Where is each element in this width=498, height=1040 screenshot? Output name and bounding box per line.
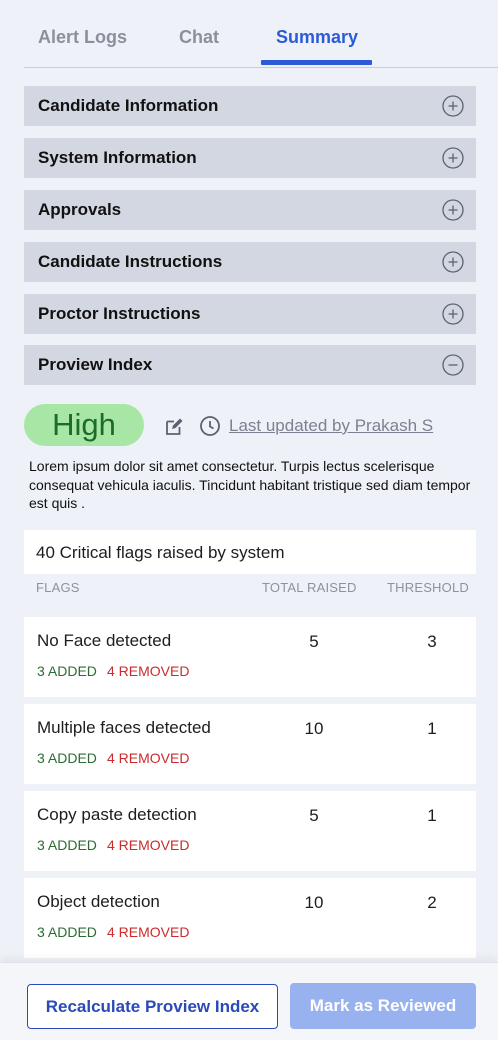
plus-circle-icon [442, 251, 464, 273]
flag-total-raised: 10 [304, 893, 324, 912]
tab-summary[interactable]: Summary [276, 27, 358, 48]
section-label: Proview Index [38, 355, 153, 374]
minus-circle-icon [442, 354, 464, 376]
recalculate-proview-index-button[interactable]: Recalculate Proview Index [27, 984, 278, 1029]
active-tab-indicator [261, 60, 372, 65]
proview-description: Lorem ipsum dolor sit amet consectetur. … [29, 458, 471, 511]
flag-removed-count: 4 REMOVED [107, 924, 190, 940]
flag-threshold: 3 [427, 632, 437, 651]
flag-row: Object detection 3 ADDED 4 REMOVED 10 2 [24, 878, 476, 958]
flag-row: Copy paste detection 3 ADDED 4 REMOVED 5… [24, 791, 476, 871]
flag-row: Multiple faces detected 3 ADDED 4 REMOVE… [24, 704, 476, 784]
section-proctor-instructions[interactable]: Proctor Instructions [24, 294, 476, 334]
section-label: Candidate Instructions [38, 252, 223, 271]
plus-circle-icon [442, 147, 464, 169]
plus-circle-icon [442, 95, 464, 117]
flag-removed-count: 4 REMOVED [107, 837, 190, 853]
flag-total-raised: 5 [309, 806, 319, 825]
section-candidate-information[interactable]: Candidate Information [24, 86, 476, 126]
clock-icon [200, 416, 220, 436]
flags-summary: 40 Critical flags raised by system [36, 543, 285, 562]
section-system-information[interactable]: System Information [24, 138, 476, 178]
flag-total-raised: 10 [304, 719, 324, 738]
last-updated-link[interactable]: Last updated by Prakash S [229, 416, 433, 436]
section-proview-index[interactable]: Proview Index [24, 345, 476, 385]
section-approvals[interactable]: Approvals [24, 190, 476, 230]
tab-alert-logs[interactable]: Alert Logs [38, 27, 127, 48]
flag-removed-count: 4 REMOVED [107, 663, 190, 679]
column-header-flags: FLAGS [36, 580, 80, 595]
section-label: Approvals [38, 200, 122, 219]
section-label: Candidate Information [38, 96, 219, 115]
flag-removed-count: 4 REMOVED [107, 750, 190, 766]
flag-threshold: 1 [427, 806, 437, 825]
column-header-threshold: THRESHOLD [387, 580, 469, 595]
flag-total-raised: 5 [309, 632, 319, 651]
flag-name: Object detection [37, 892, 160, 911]
flag-name: No Face detected [37, 631, 172, 650]
proview-level-badge: High [24, 404, 144, 446]
flag-added-count: 3 ADDED [37, 924, 97, 940]
flag-name: Copy paste detection [37, 805, 197, 824]
action-footer: Recalculate Proview Index Mark as Review… [0, 962, 498, 1040]
flag-threshold: 1 [427, 719, 437, 738]
plus-circle-icon [442, 199, 464, 221]
section-label: System Information [38, 148, 197, 167]
tab-chat[interactable]: Chat [179, 27, 219, 48]
column-header-total-raised: TOTAL RAISED [262, 580, 357, 595]
flag-added-count: 3 ADDED [37, 750, 97, 766]
tab-bar: Alert Logs Chat Summary [24, 0, 498, 68]
flag-name: Multiple faces detected [37, 718, 211, 737]
edit-icon[interactable] [163, 416, 185, 438]
flag-added-count: 3 ADDED [37, 663, 97, 679]
section-candidate-instructions[interactable]: Candidate Instructions [24, 242, 476, 282]
flag-added-count: 3 ADDED [37, 837, 97, 853]
mark-as-reviewed-button[interactable]: Mark as Reviewed [290, 983, 476, 1029]
section-label: Proctor Instructions [38, 304, 201, 323]
flag-row: No Face detected 3 ADDED 4 REMOVED 5 3 [24, 617, 476, 697]
plus-circle-icon [442, 303, 464, 325]
flag-threshold: 2 [427, 893, 437, 912]
flags-summary-card: 40 Critical flags raised by system [24, 530, 476, 574]
